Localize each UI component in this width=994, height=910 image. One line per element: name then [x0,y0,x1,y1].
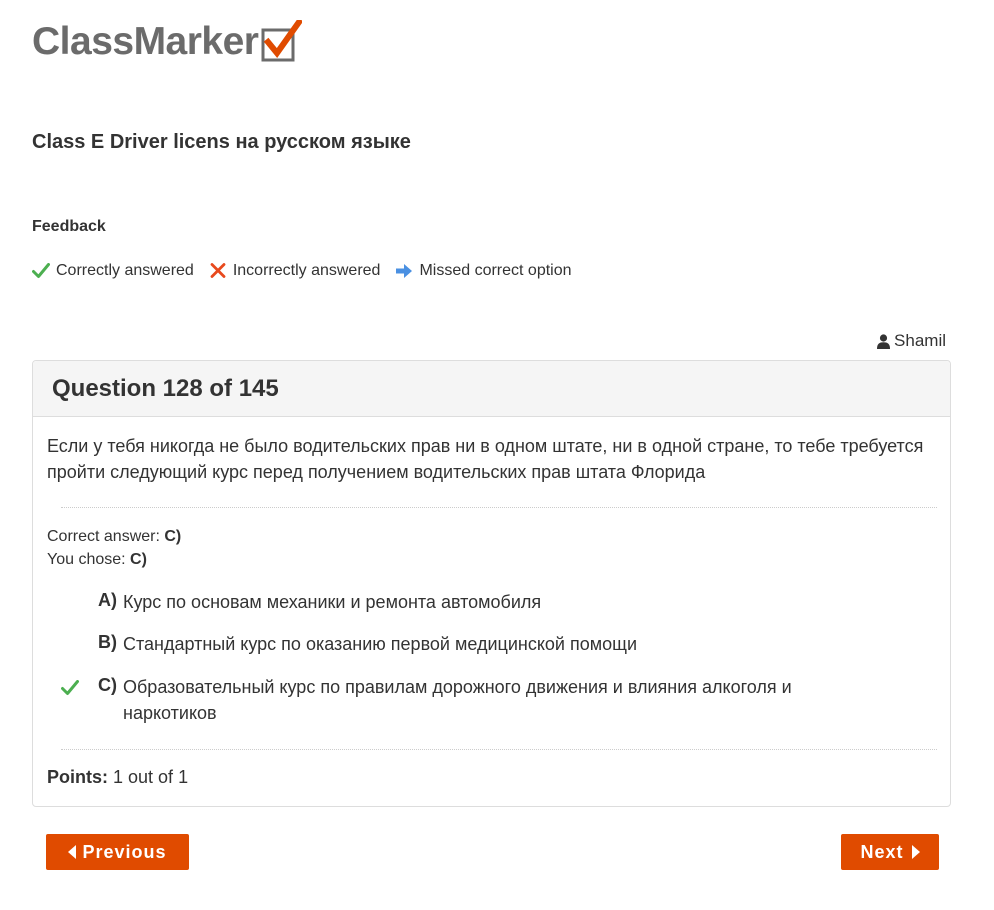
feedback-legend: Correctly answered Incorrectly answered … [32,262,587,280]
legend-missed: Missed correct option [395,262,572,280]
option-text: Курс по основам механики и ремонта автом… [123,592,542,612]
correct-answer-line: Correct answer: C) [47,525,181,548]
question-text: Если у тебя никогда не было водительских… [47,436,924,482]
you-chose-line: You chose: C) [47,548,181,571]
previous-button-label: Previous [82,841,167,862]
logo-text: ClassMarker [32,20,259,63]
answer-option-a: A) Курс по основам механики и ремонта ав… [33,589,883,615]
answer-option-b: B) Стандартный курс по оказанию первой м… [33,631,883,657]
question-header: Question 128 of 145 [33,361,950,417]
caret-right-icon [911,845,920,859]
previous-button[interactable]: Previous [46,834,189,870]
correct-answer-value: C) [164,528,182,545]
legend-correct: Correctly answered [32,262,194,280]
option-mark [33,631,89,637]
legend-incorrect: Incorrectly answered [209,262,381,280]
points-line: Points: 1 out of 1 [47,767,188,788]
check-icon [61,680,79,695]
answer-option-c: C) Образовательный курс по правилам доро… [33,674,883,726]
checkbox-check-icon [260,17,304,69]
question-panel: Question 128 of 145 Если у тебя никогда … [32,360,951,807]
check-icon [32,263,50,278]
correct-answer-label: Correct answer: [47,528,160,545]
option-mark [33,674,89,696]
next-button-label: Next [860,841,904,862]
divider [61,749,937,750]
user-name: Shamil [877,331,946,351]
option-text: Стандартный курс по оказанию первой меди… [123,634,637,654]
you-chose-label: You chose: [47,551,126,568]
option-letter: A) [98,590,117,610]
caret-left-icon [68,845,77,859]
option-letter: C) [98,675,117,695]
you-chose-value: C) [130,551,147,568]
next-button[interactable]: Next [841,834,939,870]
arrow-right-icon [396,264,413,278]
test-title: Class E Driver licens на русском языке [32,131,411,153]
option-letter: B) [98,632,117,652]
legend-missed-label: Missed correct option [419,262,572,279]
classmarker-logo: ClassMarker [32,17,304,69]
points-label: Points: [47,767,108,787]
user-icon [877,333,891,349]
option-text: Образовательный курс по правилам дорожно… [123,677,792,723]
option-mark [33,589,89,595]
question-number: Question 128 of 145 [52,374,279,402]
cross-icon [210,263,226,278]
legend-incorrect-label: Incorrectly answered [232,262,381,279]
feedback-heading: Feedback [32,218,106,235]
points-value: 1 out of 1 [113,767,189,787]
user-name-label: Shamil [894,331,946,350]
legend-correct-label: Correctly answered [56,262,194,279]
divider [61,507,937,508]
answer-info: Correct answer: C) You chose: C) [47,525,181,571]
